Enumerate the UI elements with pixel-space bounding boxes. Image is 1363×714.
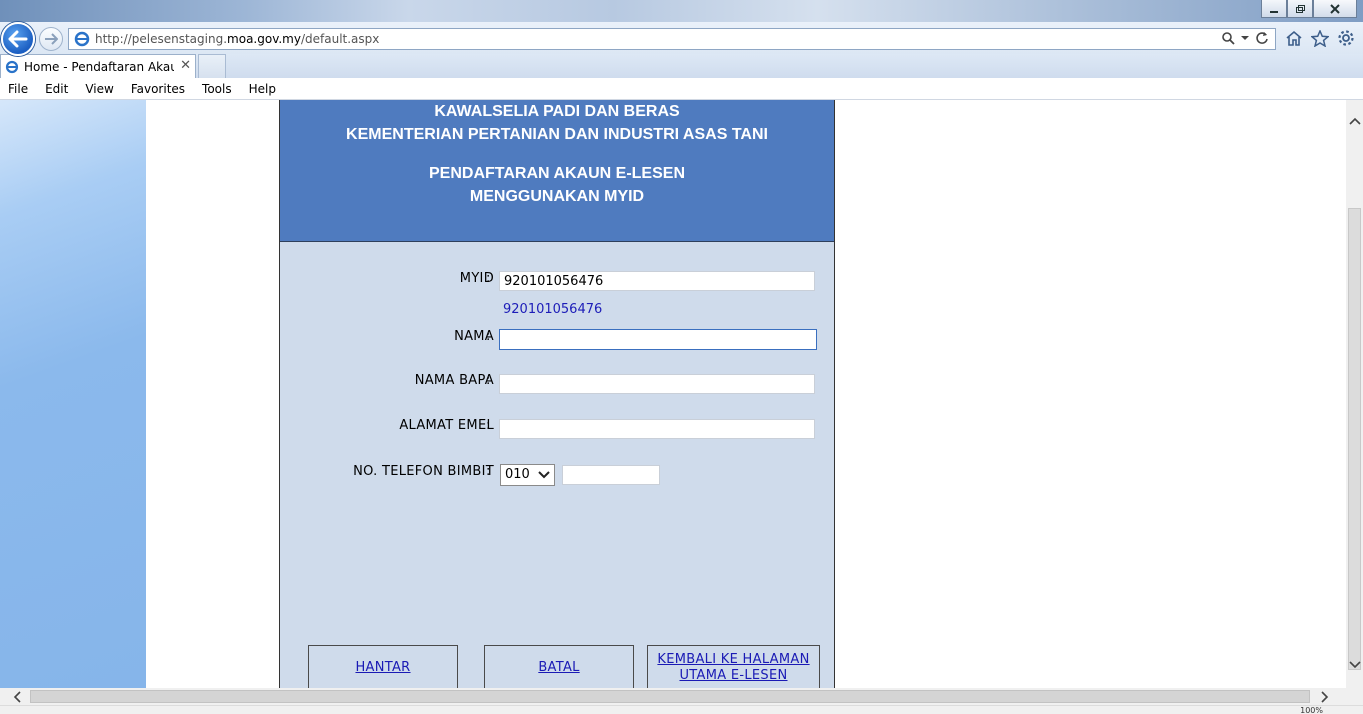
telefon-prefix-select[interactable]: 010 xyxy=(500,464,555,486)
myid-field[interactable] xyxy=(499,271,815,291)
url-domain: moa.gov.my xyxy=(227,32,301,46)
header-ministry: KEMENTERIAN PERTANIAN DAN INDUSTRI ASAS … xyxy=(346,126,768,143)
menu-favorites[interactable]: Favorites xyxy=(131,82,185,96)
horizontal-scroll-thumb[interactable] xyxy=(30,690,1310,703)
telefon-label: NO. TELEFON BIMBIT xyxy=(353,464,494,479)
chevron-down-icon xyxy=(537,468,551,482)
close-icon xyxy=(1330,3,1340,14)
address-bar[interactable]: http://pelesenstaging.moa.gov.my/default… xyxy=(68,28,1276,50)
home-icon[interactable] xyxy=(1285,29,1303,47)
chevron-down-icon[interactable] xyxy=(1241,35,1249,41)
new-tab-button[interactable] xyxy=(198,54,226,78)
telefon-number-field[interactable] xyxy=(562,465,660,485)
horizontal-scrollbar[interactable] xyxy=(0,688,1363,705)
decorative-left-band xyxy=(0,100,146,688)
ie-page-icon xyxy=(73,31,91,47)
kembali-line2: UTAMA E-LESEN xyxy=(679,668,788,683)
url-prefix: http://pelesenstaging. xyxy=(95,32,228,46)
menu-bar: File Edit View Favorites Tools Help xyxy=(0,78,1363,100)
window-controls xyxy=(1261,0,1357,18)
batal-button[interactable]: BATAL xyxy=(484,645,634,688)
close-window-button[interactable] xyxy=(1313,0,1357,18)
header-agency: KAWALSELIA PADI DAN BERAS xyxy=(434,103,680,120)
minimize-button[interactable] xyxy=(1261,0,1287,18)
forward-arrow-icon xyxy=(45,33,58,45)
vertical-scrollbar[interactable] xyxy=(1346,100,1363,688)
restore-icon xyxy=(1296,4,1305,13)
scroll-up-icon[interactable] xyxy=(1348,114,1361,128)
tab-title: Home - Pendaftaran Akaun... xyxy=(24,59,174,74)
nama-colon: : xyxy=(486,329,491,344)
minimize-icon xyxy=(1270,10,1278,13)
nama-field[interactable] xyxy=(499,329,817,350)
alamat-emel-label: ALAMAT EMEL xyxy=(399,418,494,433)
favorites-star-icon[interactable] xyxy=(1311,29,1329,47)
header-form-title: PENDAFTARAN AKAUN E-LESEN xyxy=(429,165,685,182)
menu-view[interactable]: View xyxy=(85,82,113,96)
restore-button[interactable] xyxy=(1287,0,1313,18)
kembali-button[interactable]: KEMBALI KE HALAMAN UTAMA E-LESEN xyxy=(647,645,820,688)
myid-echo: 920101056476 xyxy=(503,302,603,317)
zoom-level[interactable]: 100% xyxy=(1300,706,1323,714)
kembali-line1: KEMBALI KE HALAMAN xyxy=(657,652,810,667)
batal-link[interactable]: BATAL xyxy=(538,660,579,676)
url-suffix: /default.aspx xyxy=(300,32,380,46)
gear-icon[interactable] xyxy=(1337,29,1355,47)
menu-tools[interactable]: Tools xyxy=(202,82,232,96)
back-arrow-icon xyxy=(8,30,28,48)
nama-bapa-colon: : xyxy=(486,373,491,388)
header-form-subtitle: MENGGUNAKAN MYID xyxy=(469,188,645,205)
menu-file[interactable]: File xyxy=(8,82,28,96)
scroll-right-icon[interactable] xyxy=(1318,690,1332,703)
alamat-emel-colon: : xyxy=(486,418,491,433)
vertical-scroll-thumb[interactable] xyxy=(1348,208,1361,670)
hantar-button[interactable]: HANTAR xyxy=(308,645,458,688)
address-tools xyxy=(1221,31,1269,45)
page-viewport: KAWALSELIA PADI DAN BERAS KEMENTERIAN PE… xyxy=(0,100,1346,688)
status-bar: 100% xyxy=(0,705,1363,714)
menu-edit[interactable]: Edit xyxy=(45,82,68,96)
forward-button[interactable] xyxy=(39,27,63,51)
tab-close-icon[interactable]: ✕ xyxy=(180,58,191,73)
tab-home-pendaftaran[interactable]: Home - Pendaftaran Akaun... ✕ xyxy=(0,54,196,78)
tab-bar: Home - Pendaftaran Akaun... ✕ xyxy=(0,54,1363,78)
nama-bapa-label: NAMA BAPA xyxy=(414,373,494,388)
panel-header: KAWALSELIA PADI DAN BERAS KEMENTERIAN PE… xyxy=(280,100,834,242)
back-button[interactable] xyxy=(1,22,35,56)
search-icon[interactable] xyxy=(1221,31,1235,45)
myid-colon: : xyxy=(486,271,491,286)
menu-help[interactable]: Help xyxy=(249,82,276,96)
browser-tool-icons xyxy=(1285,29,1355,47)
telefon-prefix-value: 010 xyxy=(505,467,530,482)
registration-panel: KAWALSELIA PADI DAN BERAS KEMENTERIAN PE… xyxy=(279,100,835,688)
telefon-colon: : xyxy=(486,464,491,479)
kembali-link[interactable]: KEMBALI KE HALAMAN UTAMA E-LESEN xyxy=(657,652,809,684)
address-url[interactable]: http://pelesenstaging.moa.gov.my/default… xyxy=(95,32,379,46)
ie-tab-icon xyxy=(4,59,20,75)
scroll-down-icon[interactable] xyxy=(1348,658,1361,672)
nama-bapa-field[interactable] xyxy=(499,374,815,394)
refresh-icon[interactable] xyxy=(1255,31,1269,45)
navigation-bar: http://pelesenstaging.moa.gov.my/default… xyxy=(0,22,1363,56)
alamat-emel-field[interactable] xyxy=(499,419,815,439)
hantar-link[interactable]: HANTAR xyxy=(355,660,410,676)
scroll-left-icon[interactable] xyxy=(10,690,24,703)
